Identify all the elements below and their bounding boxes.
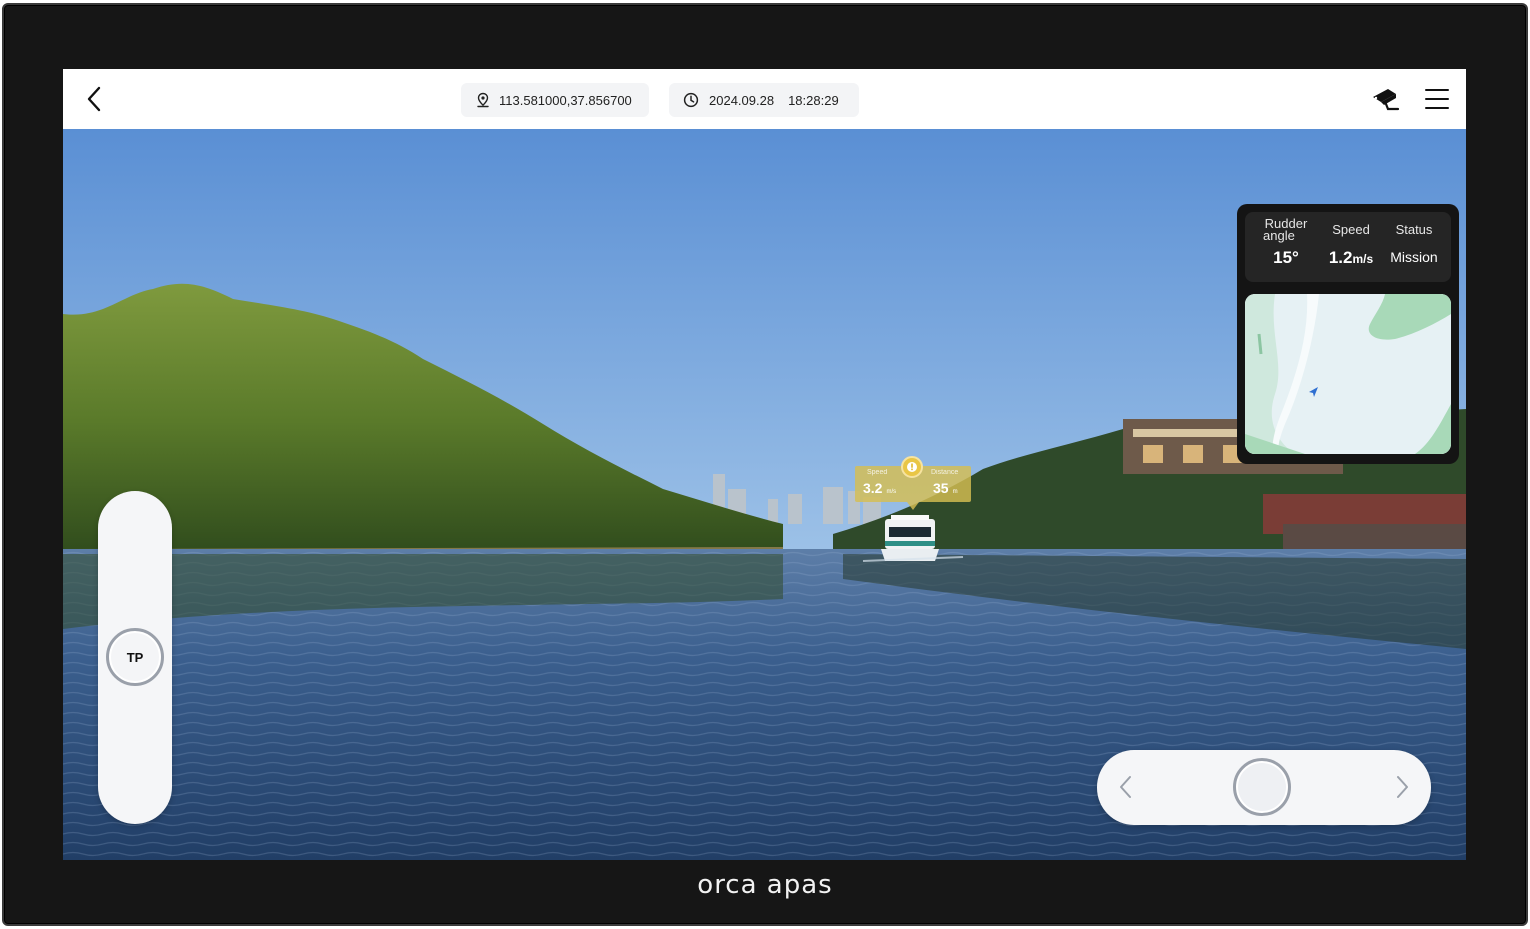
datetime-chip: 2024.09.28 18:28:29 <box>669 83 859 117</box>
rudder-angle-label-line2: angle <box>1263 228 1295 243</box>
target-distance-unit: m <box>952 489 958 495</box>
rudder-angle-value: 15° <box>1273 248 1299 267</box>
menu-button[interactable] <box>1424 87 1450 111</box>
rudder-slider[interactable] <box>1097 750 1431 825</box>
target-distance-value: 35 <box>933 480 949 496</box>
target-speed-value: 3.2 <box>863 480 883 496</box>
clock-icon <box>683 92 699 108</box>
boat-position-icon <box>1309 387 1318 397</box>
target-speed-label: Speed <box>867 469 888 476</box>
hamburger-menu-icon <box>1425 89 1449 109</box>
chevron-right-icon <box>1397 776 1408 798</box>
alert-pin-icon <box>901 456 923 478</box>
marker-pointer <box>907 502 919 510</box>
chevron-left-icon <box>87 86 101 112</box>
location-coordinates: 113.581000,37.856700 <box>499 92 632 108</box>
mini-map[interactable] <box>1245 294 1451 454</box>
rudder-knob[interactable] <box>1233 758 1291 816</box>
steer-left-button[interactable] <box>1111 772 1141 802</box>
status-label: Status <box>1395 222 1433 237</box>
telemetry-panel: Rudder angle 15° Speed 1.2m/s Status Mis… <box>1237 204 1459 464</box>
back-button[interactable] <box>79 83 111 115</box>
camera-icon <box>1373 89 1400 111</box>
status-value: Mission <box>1390 249 1438 265</box>
time-text: 18:28:29 <box>788 92 839 108</box>
date-text: 2024.09.28 <box>709 92 775 108</box>
camera-feed: Speed Distance 3.2 m/s 35 m Rudder angle 1… <box>63 129 1466 860</box>
map-graphic <box>1245 294 1451 454</box>
rudder-angle-readout: Rudder angle 15° <box>1263 217 1309 268</box>
speed-label: Speed <box>1332 222 1370 237</box>
status-readout: Status Mission <box>1383 218 1445 265</box>
app-screen: 113.581000,37.856700 2024.09.28 18:28:29 <box>63 69 1466 860</box>
target-distance-label: Distance <box>931 469 959 476</box>
top-bar: 113.581000,37.856700 2024.09.28 18:28:29 <box>63 69 1466 129</box>
speed-unit: m/s <box>1352 252 1374 266</box>
target-speed-unit: m/s <box>886 489 897 495</box>
chevron-left-icon <box>1120 776 1131 798</box>
speed-value: 1.2 <box>1328 248 1353 267</box>
throttle-knob[interactable]: TP <box>106 628 164 686</box>
location-pin-icon <box>475 92 491 108</box>
steer-right-button[interactable] <box>1387 772 1417 802</box>
telemetry-readouts: Rudder angle 15° Speed 1.2m/s Status Mis… <box>1245 212 1451 282</box>
throttle-slider[interactable]: TP <box>98 491 172 824</box>
camera-button[interactable] <box>1370 85 1400 113</box>
brand-logo: orca apas <box>697 870 833 900</box>
location-chip: 113.581000,37.856700 <box>461 83 649 117</box>
speed-readout: Speed 1.2m/s <box>1323 218 1379 268</box>
target-marker[interactable]: Speed Distance 3.2 m/s 35 m <box>855 456 971 510</box>
